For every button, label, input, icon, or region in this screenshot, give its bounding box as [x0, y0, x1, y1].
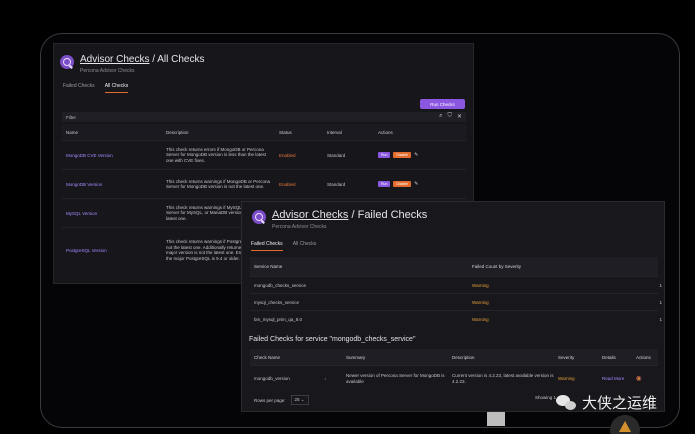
severity-label: Warning: [472, 316, 489, 322]
disable-button[interactable]: Disable: [393, 181, 412, 187]
check-description: Current version is 4.2.23, latest availa…: [452, 373, 554, 384]
check-name: MySQL Version: [66, 210, 98, 216]
severity-label: Warning: [558, 375, 575, 381]
column-actions: Actions: [636, 354, 651, 360]
page-subtitle: Percona Advisor Checks: [80, 68, 135, 74]
check-description: This check returns warnings if MongoDB o…: [166, 178, 271, 190]
page-header: Advisor Checks / All Checks Percona Advi…: [60, 54, 205, 74]
tab-all-checks[interactable]: All Checks: [293, 241, 317, 251]
table-row[interactable]: mongodb_checks_service Warning 1: [250, 276, 662, 293]
check-name: mongodb_version: [254, 375, 290, 381]
table-row: MongoDB CVE Version This check returns e…: [62, 140, 466, 169]
services-table: Service Name Failed Count by Severity mo…: [250, 257, 662, 327]
edit-icon[interactable]: ✎: [414, 181, 418, 187]
severity-label: Warning: [472, 299, 489, 305]
failed-count: 1: [659, 282, 662, 288]
disable-button[interactable]: Disable: [393, 152, 412, 158]
check-status: Enabled: [279, 152, 296, 158]
severity-label: Warning: [472, 282, 489, 288]
filter-icon[interactable]: ⛉: [447, 113, 452, 120]
showing-count: Showing 1: [534, 395, 556, 400]
column-check-name: Check Name: [254, 354, 281, 360]
failed-count: 1: [659, 316, 662, 322]
column-description: Description: [452, 354, 475, 360]
breadcrumb-advisor-link[interactable]: Advisor Checks: [80, 54, 149, 65]
watermark: 大侠之运维: [556, 392, 657, 413]
check-interval: Standard: [327, 181, 346, 187]
page-header: Advisor Checks / Failed Checks Percona A…: [252, 209, 427, 230]
column-name: Name: [66, 129, 79, 135]
check-interval: Standard: [327, 152, 346, 158]
tab-bar: Failed Checks All Checks: [63, 83, 129, 93]
column-service-name: Service Name: [254, 264, 283, 269]
table-row[interactable]: bm_mysql_prim_qa_8.0 Warning 1: [250, 310, 662, 327]
run-button[interactable]: Run: [378, 152, 391, 158]
service-name: mongodb_checks_service: [254, 282, 307, 288]
filter-label: Filter: [66, 114, 76, 120]
rows-per-page-label: Rows per page:: [254, 397, 286, 403]
silence-bell-icon[interactable]: 🔕: [636, 376, 658, 382]
failed-count: 1: [659, 299, 662, 305]
table-header: Check Name Summary Description Severity …: [250, 349, 658, 365]
tab-all-checks[interactable]: All Checks: [104, 83, 129, 93]
rows-per-page-select[interactable]: 25 ⌄: [290, 395, 309, 405]
section-title: Failed Checks for service "mongodb_check…: [249, 336, 416, 343]
advisor-logo-icon: [252, 210, 266, 224]
check-summary: Newer version of Percona Server for Mong…: [346, 373, 445, 384]
column-description: Description: [166, 129, 189, 135]
failed-checks-window: Advisor Checks / Failed Checks Percona A…: [241, 201, 665, 412]
page-title: Advisor Checks / All Checks: [80, 54, 205, 65]
check-name: PostgreSQL Version: [66, 247, 107, 253]
service-name: mysql_checks_service: [254, 299, 300, 305]
service-name: bm_mysql_prim_qa_8.0: [254, 316, 303, 322]
column-details: Details: [602, 354, 616, 360]
table-header: Service Name Failed Count by Severity: [250, 257, 658, 276]
run-checks-button[interactable]: Run Checks: [420, 99, 465, 109]
close-icon[interactable]: ✕: [457, 113, 462, 120]
run-button[interactable]: Run: [378, 181, 391, 187]
check-description: This check returns errors if MongoDB or …: [166, 146, 267, 163]
wechat-icon: [556, 394, 578, 412]
page-title: Advisor Checks / Failed Checks: [272, 209, 428, 221]
check-name: MongoDB Version: [66, 181, 103, 187]
edit-icon[interactable]: ✎: [414, 152, 418, 158]
watermark-text: 大侠之运维: [582, 394, 658, 412]
search-icon[interactable]: ⌕: [439, 113, 442, 120]
arrow-down-icon[interactable]: ↓: [324, 376, 346, 382]
table-header: Name Description Status Interval Actions: [62, 124, 466, 140]
filter-bar: Filter ⌕ ⛉ ✕: [62, 112, 466, 122]
column-failed-count: Failed Count by Severity: [472, 264, 522, 269]
check-status: Enabled: [279, 181, 296, 187]
thumbnail-image: [487, 412, 505, 426]
advisor-logo-icon: [60, 55, 74, 69]
failed-checks-detail-table: Check Name Summary Description Severity …: [250, 349, 658, 391]
column-severity: Severity: [558, 354, 575, 360]
check-name: MongoDB CVE Version: [66, 152, 113, 158]
breadcrumb-advisor-link[interactable]: Advisor Checks: [272, 209, 348, 221]
column-summary: Summary: [346, 354, 366, 360]
pagination: Rows per page: 25 ⌄: [254, 395, 309, 405]
table-row[interactable]: mysql_checks_service Warning 1: [250, 293, 662, 310]
tab-bar: Failed Checks All Checks: [251, 241, 316, 251]
column-actions: Actions: [378, 129, 393, 135]
column-interval: Interval: [327, 129, 342, 135]
table-row: mongodb_version ↓ Newer version of Perco…: [250, 365, 658, 391]
read-more-link[interactable]: Read More: [602, 376, 636, 382]
tab-failed-checks[interactable]: Failed Checks: [251, 241, 283, 251]
table-row: MongoDB Version This check returns warni…: [62, 169, 466, 198]
tab-failed-checks[interactable]: Failed Checks: [63, 83, 95, 93]
page-subtitle: Percona Advisor Checks: [272, 224, 327, 230]
column-status: Status: [279, 129, 292, 135]
